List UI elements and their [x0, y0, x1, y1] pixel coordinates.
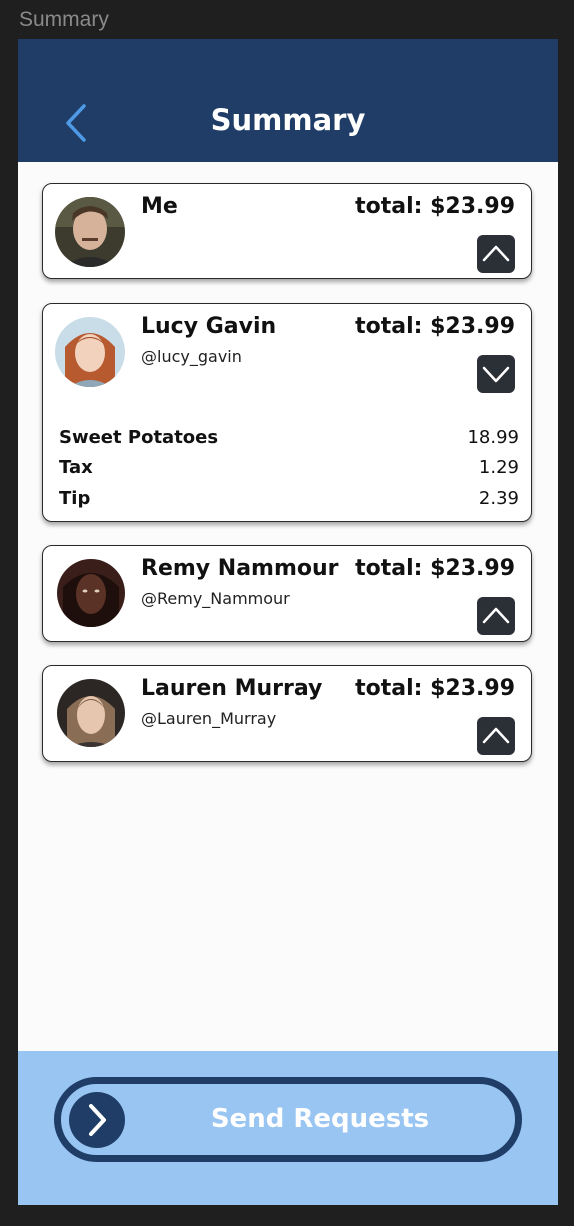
list-item: Sweet Potatoes 18.99	[59, 422, 519, 453]
chevron-up-icon	[482, 607, 510, 624]
frame-label: Summary	[19, 8, 109, 31]
person-total: total: $23.99	[355, 556, 515, 581]
item-value: 18.99	[467, 426, 519, 448]
item-value: 2.39	[478, 487, 519, 509]
person-total: total: $23.99	[355, 194, 515, 219]
item-value: 1.29	[478, 457, 519, 479]
person-handle: @Lauren_Murray	[141, 709, 277, 728]
avatar	[55, 317, 125, 387]
person-card-me: Me total: $23.99	[42, 183, 532, 279]
expand-toggle-button[interactable]	[477, 355, 515, 393]
footer-bar: Send Requests	[18, 1051, 558, 1205]
item-name: Tax	[59, 457, 93, 479]
chevron-right-icon	[89, 1104, 106, 1136]
send-requests-button[interactable]: Send Requests	[54, 1077, 522, 1162]
avatar	[57, 559, 125, 627]
phone-screen: Summary Me total: $23.99 Lucy Gavin @luc…	[18, 39, 558, 1205]
chevron-down-icon	[482, 366, 510, 383]
person-card-lucy-gavin: Lucy Gavin @lucy_gavin total: $23.99 Swe…	[42, 303, 532, 522]
item-name: Sweet Potatoes	[59, 426, 219, 448]
chevron-up-icon	[482, 245, 510, 262]
send-requests-label: Send Requests	[210, 1104, 430, 1134]
person-handle: @lucy_gavin	[141, 347, 242, 366]
person-name: Me	[141, 194, 178, 219]
line-items: Sweet Potatoes 18.99 Tax 1.29 Tip 2.39	[59, 422, 519, 514]
list-item: Tip 2.39	[59, 483, 519, 514]
chevron-up-icon	[482, 727, 510, 744]
person-name: Lucy Gavin	[141, 314, 277, 339]
list-item: Tax 1.29	[59, 453, 519, 484]
person-total: total: $23.99	[355, 314, 515, 339]
person-card-remy-nammour: Remy Nammour @Remy_Nammour total: $23.99	[42, 545, 532, 642]
avatar	[55, 197, 125, 267]
expand-toggle-button[interactable]	[477, 717, 515, 755]
person-total: total: $23.99	[355, 676, 515, 701]
expand-toggle-button[interactable]	[477, 597, 515, 635]
avatar	[57, 679, 125, 747]
expand-toggle-button[interactable]	[477, 235, 515, 273]
person-handle: @Remy_Nammour	[141, 589, 290, 608]
send-icon-circle	[69, 1092, 125, 1148]
person-name: Remy Nammour	[141, 556, 339, 581]
person-card-lauren-murray: Lauren Murray @Lauren_Murray total: $23.…	[42, 665, 532, 762]
item-name: Tip	[59, 487, 91, 509]
page-title: Summary	[210, 103, 366, 137]
person-name: Lauren Murray	[141, 676, 323, 701]
header-bar: Summary	[18, 39, 558, 162]
